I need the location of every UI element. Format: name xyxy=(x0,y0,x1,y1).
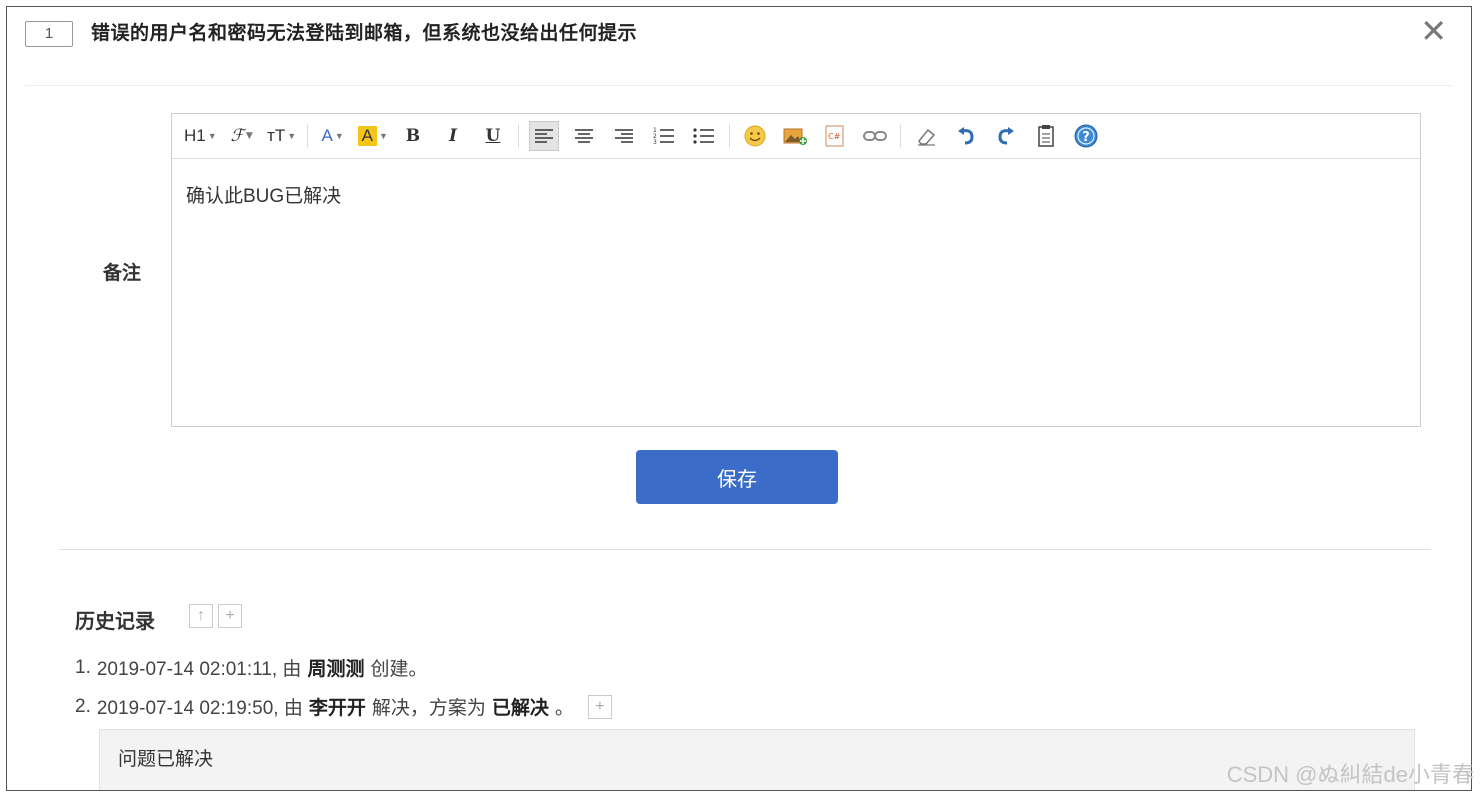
font-color-icon: A xyxy=(321,126,333,145)
ordered-list-button[interactable]: 123 xyxy=(649,121,679,151)
image-icon xyxy=(783,128,807,145)
bug-id-badge: 1 xyxy=(25,21,73,47)
chevron-down-icon: ▼ xyxy=(379,131,388,141)
font-color-button[interactable]: A ▼ xyxy=(318,121,348,151)
bug-resolve-dialog: 1 错误的用户名和密码无法登陆到邮箱，但系统也没给出任何提示 ✕ 备注 H1 ▼ … xyxy=(6,6,1472,791)
dialog-header: 1 错误的用户名和密码无法登陆到邮箱，但系统也没给出任何提示 ✕ xyxy=(7,7,1471,85)
clear-format-button[interactable] xyxy=(911,121,941,151)
entry-resolution: 已解决 xyxy=(491,698,549,719)
rich-text-editor: H1 ▼ ℱ ▼ ᴛT ▼ A ▼ A ▼ B I U 123 C# ? 确认此… xyxy=(171,113,1421,427)
history-entry: 2. 2019-07-14 02:19:50, 由 李开开 解决，方案为 已解决… xyxy=(75,693,612,720)
toolbar-separator xyxy=(306,124,308,148)
redo-icon xyxy=(998,127,1014,145)
insert-image-button[interactable] xyxy=(780,121,810,151)
insert-code-button[interactable]: C# xyxy=(820,121,850,151)
entry-user: 李开开 xyxy=(308,698,366,719)
insert-link-button[interactable] xyxy=(860,121,890,151)
entry-number: 2. xyxy=(75,695,91,717)
heading-dropdown[interactable]: H1 ▼ xyxy=(184,121,217,151)
entry-action: 创建。 xyxy=(370,659,428,680)
save-button[interactable]: 保存 xyxy=(636,450,838,504)
chevron-down-icon: ▼ xyxy=(287,131,297,141)
entry-time: 2019-07-14 02:01:11, 由 xyxy=(96,659,302,680)
underline-icon: U xyxy=(485,126,501,146)
svg-text:?: ? xyxy=(1082,130,1090,145)
unordered-list-icon xyxy=(693,128,714,144)
chevron-down-icon: ▼ xyxy=(207,131,217,141)
unordered-list-button[interactable] xyxy=(689,121,719,151)
editor-toolbar: H1 ▼ ℱ ▼ ᴛT ▼ A ▼ A ▼ B I U 123 C# ? xyxy=(172,114,1420,159)
editor-content-area[interactable]: 确认此BUG已解决 xyxy=(172,159,1420,230)
close-icon[interactable]: ✕ xyxy=(1420,13,1447,49)
bold-button[interactable]: B xyxy=(398,121,428,151)
svg-text:3: 3 xyxy=(653,139,657,145)
background-color-icon: A xyxy=(357,126,377,146)
emoji-button[interactable] xyxy=(740,121,770,151)
background-color-button[interactable]: A ▼ xyxy=(357,121,388,151)
remark-label: 备注 xyxy=(103,263,142,284)
history-title: 历史记录 xyxy=(75,611,155,633)
font-family-dropdown[interactable]: ℱ ▼ xyxy=(227,121,257,151)
align-left-button[interactable] xyxy=(528,121,559,151)
history-comment: 问题已解决 xyxy=(99,729,1415,790)
undo-icon xyxy=(957,127,974,145)
help-button[interactable]: ? xyxy=(1071,121,1101,151)
toolbar-separator xyxy=(517,124,519,148)
align-right-icon xyxy=(614,129,633,143)
link-icon xyxy=(862,131,887,141)
watermark: CSDN @ぬ糾結de小青春 xyxy=(1226,762,1474,787)
bug-title: 错误的用户名和密码无法登陆到邮箱，但系统也没给出任何提示 xyxy=(91,23,638,44)
toolbar-separator xyxy=(728,124,730,148)
entry-action: 解决，方案为 xyxy=(371,698,486,719)
font-size-icon: ᴛT xyxy=(267,126,286,145)
divider xyxy=(25,85,1453,86)
align-center-button[interactable] xyxy=(569,121,599,151)
bold-icon: B xyxy=(405,126,421,146)
align-right-button[interactable] xyxy=(609,121,639,151)
italic-icon: I xyxy=(448,126,457,146)
heading-label: H1 xyxy=(184,126,206,145)
entry-number: 1. xyxy=(75,656,91,678)
help-icon: ? xyxy=(1074,124,1098,148)
redo-button[interactable] xyxy=(991,121,1021,151)
plus-icon[interactable]: + xyxy=(587,694,612,719)
paste-button[interactable] xyxy=(1031,121,1061,151)
underline-button[interactable]: U xyxy=(478,121,508,151)
font-size-dropdown[interactable]: ᴛT ▼ xyxy=(267,121,297,151)
italic-button[interactable]: I xyxy=(438,121,468,151)
chevron-down-icon: ▼ xyxy=(334,131,344,141)
history-entry: 1. 2019-07-14 02:01:11, 由 周测测 创建。 xyxy=(75,654,427,681)
ordered-list-icon: 123 xyxy=(653,127,674,145)
eraser-icon xyxy=(917,128,935,146)
svg-text:C#: C# xyxy=(828,132,841,141)
align-center-icon xyxy=(574,129,593,143)
toolbar-separator xyxy=(899,124,901,148)
clipboard-icon xyxy=(1038,125,1054,147)
entry-user: 周测测 xyxy=(307,659,365,680)
divider xyxy=(59,549,1431,550)
plus-icon[interactable]: + xyxy=(218,604,242,628)
history-controls: ↑ + xyxy=(189,604,242,628)
undo-button[interactable] xyxy=(951,121,981,151)
chevron-down-icon: ▼ xyxy=(245,131,253,141)
entry-end: 。 xyxy=(554,698,574,719)
entry-time: 2019-07-14 02:19:50, 由 xyxy=(96,698,303,719)
font-family-icon: ℱ xyxy=(230,126,244,146)
align-left-icon xyxy=(534,129,553,143)
code-icon: C# xyxy=(825,125,844,147)
arrow-up-icon[interactable]: ↑ xyxy=(189,604,213,628)
smiley-icon xyxy=(744,125,766,147)
